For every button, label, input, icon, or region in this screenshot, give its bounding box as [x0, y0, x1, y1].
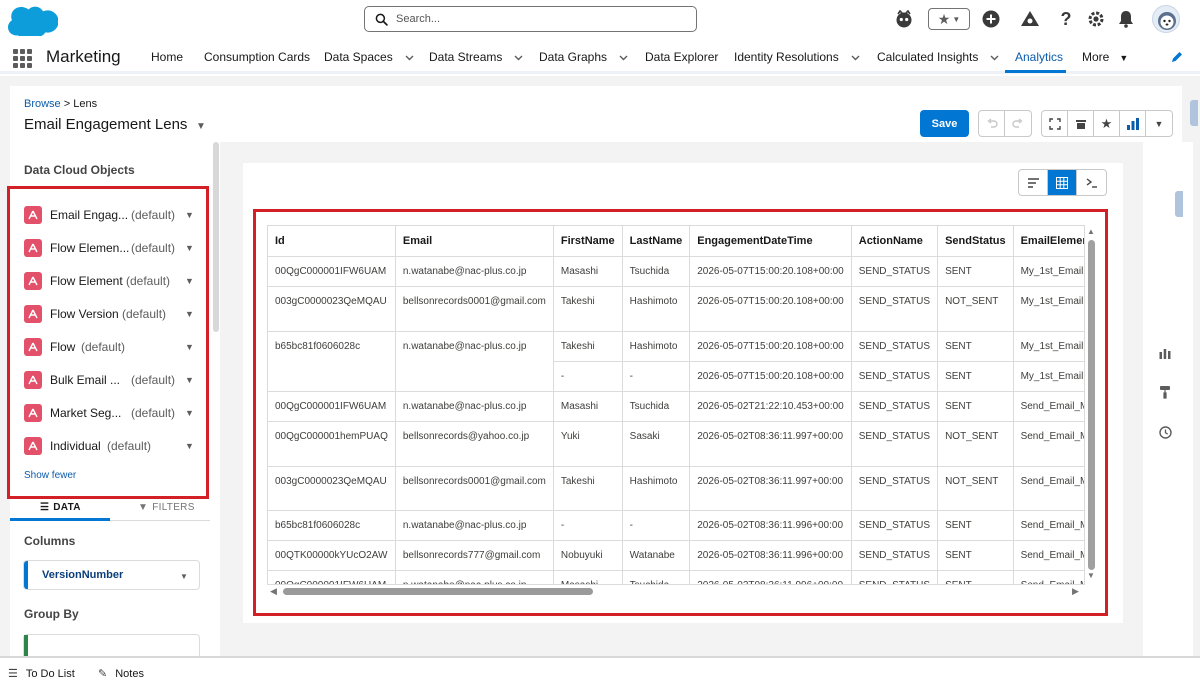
- format-paint-roller-icon[interactable]: [1157, 384, 1173, 400]
- lens-title: Email Engagement Lens: [24, 116, 188, 133]
- global-header: ★ ▼ ?: [0, 0, 1200, 40]
- nav-item-data-graphs[interactable]: Data Graphs: [539, 50, 628, 64]
- global-create-icon[interactable]: [980, 8, 1002, 30]
- data-cloud-objects-title: Data Cloud Objects: [24, 163, 135, 177]
- group-by-label: Group By: [24, 607, 79, 621]
- column-field-value: VersionNumber: [42, 569, 124, 581]
- checklist-icon: ☰: [8, 668, 18, 680]
- nav-item-identity-resolutions[interactable]: Identity Resolutions: [734, 50, 860, 64]
- chevron-down-icon[interactable]: [990, 55, 999, 61]
- panel-collapse-tab[interactable]: [1190, 100, 1198, 126]
- favorite-star-icon[interactable]: ★: [1094, 111, 1120, 136]
- lens-actions-group: ★ ▼: [1041, 110, 1173, 137]
- trailhead-icon[interactable]: [1019, 8, 1041, 30]
- app-navigation: Marketing Home Consumption Cards Data Sp…: [0, 40, 1200, 74]
- caret-down-icon[interactable]: ▼: [180, 572, 188, 581]
- global-search[interactable]: [364, 6, 697, 32]
- chart-view-icon[interactable]: [1019, 170, 1048, 195]
- nav-item-data-explorer[interactable]: Data Explorer: [645, 50, 718, 64]
- highlight-box-table: [253, 209, 1108, 616]
- saql-query-icon[interactable]: [1077, 170, 1106, 195]
- favorites-group[interactable]: ★ ▼: [928, 8, 970, 30]
- fullscreen-icon[interactable]: [1042, 111, 1068, 136]
- edit-nav-pencil-icon[interactable]: [1171, 51, 1183, 63]
- nav-item-calculated-insights[interactable]: Calculated Insights: [877, 50, 999, 64]
- properties-panel-toggle[interactable]: [1175, 191, 1183, 217]
- save-button[interactable]: Save: [920, 110, 969, 137]
- nav-item-data-streams[interactable]: Data Streams: [429, 50, 523, 64]
- view-toggle: [1018, 169, 1107, 196]
- chart-properties-icon[interactable]: [1157, 345, 1173, 361]
- redo-icon[interactable]: [1005, 111, 1031, 136]
- left-panel-scrollbar[interactable]: [213, 142, 219, 332]
- agentforce-icon[interactable]: [893, 8, 915, 30]
- chevron-down-icon[interactable]: [514, 55, 523, 61]
- more-actions-caret-icon[interactable]: ▼: [1146, 111, 1172, 136]
- utility-todo-list[interactable]: ☰ To Do List: [8, 667, 75, 681]
- notes-icon: ✎: [98, 668, 108, 680]
- tab-data[interactable]: ☰ DATA: [40, 502, 81, 513]
- utility-bar: ☰ To Do List ✎ Notes: [0, 656, 1200, 688]
- chevron-down-icon[interactable]: [619, 55, 628, 61]
- nav-item-consumption-cards[interactable]: Consumption Cards: [204, 50, 310, 64]
- undo-icon[interactable]: [979, 111, 1005, 136]
- lens-menu-caret-icon[interactable]: ▼: [196, 121, 206, 132]
- chevron-down-icon[interactable]: [851, 55, 860, 61]
- caret-down-icon[interactable]: ▼: [1119, 53, 1128, 63]
- group-stripe: [24, 635, 28, 657]
- settings-gear-icon[interactable]: [1085, 8, 1107, 30]
- undo-redo-group: [978, 110, 1032, 137]
- nav-item-analytics[interactable]: Analytics: [1015, 50, 1063, 64]
- columns-label: Columns: [24, 534, 76, 548]
- breadcrumb: Browse > Lens: [24, 98, 98, 110]
- search-icon: [375, 13, 388, 26]
- breadcrumb-browse-link[interactable]: Browse: [24, 98, 61, 110]
- history-clock-icon[interactable]: [1157, 424, 1173, 440]
- app-launcher-icon[interactable]: [13, 49, 33, 68]
- search-input[interactable]: [396, 13, 676, 25]
- right-rail: [1143, 142, 1193, 656]
- dimension-stripe: [24, 561, 28, 589]
- highlight-box-objects: [7, 186, 209, 499]
- active-tab-indicator: [10, 518, 110, 521]
- lens-header: Browse > Lens Email Engagement Lens ▼ Sa…: [10, 86, 1182, 142]
- table-view-icon[interactable]: [1048, 170, 1077, 195]
- app-name: Marketing: [46, 47, 121, 66]
- chart-type-bar-icon[interactable]: [1120, 111, 1146, 136]
- help-icon[interactable]: ?: [1055, 8, 1077, 30]
- chevron-down-icon[interactable]: [405, 55, 414, 61]
- nav-item-home[interactable]: Home: [151, 50, 183, 64]
- group-by-field[interactable]: [23, 634, 200, 657]
- notifications-bell-icon[interactable]: [1115, 8, 1137, 30]
- user-avatar[interactable]: [1152, 5, 1180, 33]
- chevron-down-icon[interactable]: ▼: [952, 15, 960, 24]
- nav-item-data-spaces[interactable]: Data Spaces: [324, 50, 414, 64]
- breadcrumb-current: Lens: [73, 98, 98, 110]
- filter-icon: ▼: [138, 502, 149, 513]
- star-icon[interactable]: ★: [938, 11, 951, 28]
- nav-active-indicator: [1005, 70, 1066, 73]
- tab-filters[interactable]: ▼ FILTERS: [138, 502, 195, 513]
- salesforce-logo[interactable]: [8, 4, 58, 36]
- clear-icon[interactable]: [1068, 111, 1094, 136]
- column-field[interactable]: VersionNumber ▼: [23, 560, 200, 590]
- list-icon: ☰: [40, 502, 50, 513]
- nav-item-more[interactable]: More ▼: [1082, 50, 1128, 64]
- panel-tabs: ☰ DATA ▼ FILTERS: [10, 497, 210, 521]
- utility-notes[interactable]: ✎ Notes: [98, 667, 144, 681]
